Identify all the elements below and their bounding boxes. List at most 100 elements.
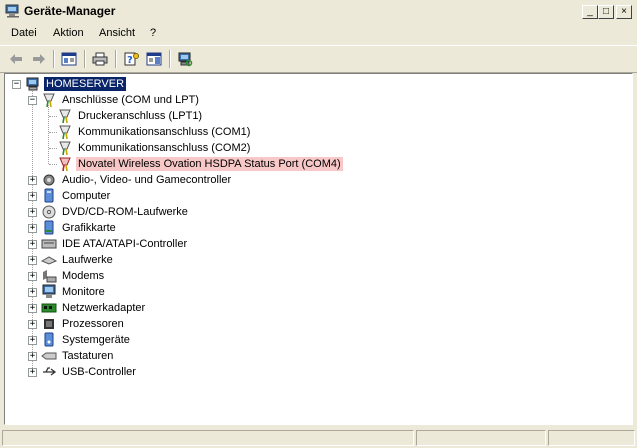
print-icon[interactable] (90, 50, 110, 68)
tree-item-label: DVD/CD-ROM-Laufwerke (62, 206, 188, 218)
expand-category-toggle[interactable]: + (28, 288, 37, 297)
tree-connector-line (49, 132, 57, 133)
tree-item-category[interactable]: DVD/CD-ROM-Laufwerke (41, 204, 190, 220)
scan-hardware-icon[interactable] (175, 50, 195, 68)
expand-category-toggle[interactable]: + (28, 208, 37, 217)
menu-aktion[interactable]: Aktion (53, 27, 84, 39)
tree-root-label: HOMESERVER (44, 77, 127, 91)
tree-connector-line (49, 148, 57, 149)
tree-item-category[interactable]: Systemgeräte (41, 332, 132, 348)
menu-ansicht[interactable]: Ansicht (99, 27, 135, 39)
tree-item-com2[interactable]: Kommunikationsanschluss (COM2) (57, 140, 252, 156)
maximize-button[interactable]: □ (598, 5, 614, 19)
computer-icon (44, 188, 54, 203)
tree-item-label: Monitore (62, 286, 105, 298)
expand-category-toggle[interactable]: + (28, 352, 37, 361)
collapse-root-toggle[interactable]: − (12, 80, 21, 89)
tree-root-homeserver[interactable]: HOMESERVER (25, 76, 127, 92)
tree-item-com4[interactable]: Novatel Wireless Ovation HSDPA Status Po… (57, 156, 343, 172)
tree-item-lpt1[interactable]: Druckeranschluss (LPT1) (57, 108, 204, 124)
window-title: Geräte-Manager (24, 4, 116, 18)
expand-category-toggle[interactable]: + (28, 240, 37, 249)
back-arrow-icon[interactable] (6, 50, 26, 68)
menu-bar: Datei Aktion Ansicht ? (0, 24, 637, 44)
tree-item-label: Audio-, Video- und Gamecontroller (62, 174, 232, 186)
close-button[interactable]: × (616, 5, 632, 19)
network-adapter-icon (41, 303, 57, 313)
disc-drive-icon (42, 205, 56, 219)
tree-item-category[interactable]: Netzwerkadapter (41, 300, 147, 316)
port-connector-icon (59, 125, 71, 140)
tree-item-category[interactable]: Computer (41, 188, 112, 204)
expand-category-toggle[interactable]: + (28, 192, 37, 201)
expand-category-toggle[interactable]: + (28, 368, 37, 377)
tree-item-label: Kommunikationsanschluss (COM2) (78, 142, 251, 154)
tree-item-label: Laufwerke (62, 254, 113, 266)
tree-item-anschluesse[interactable]: Anschlüsse (COM und LPT) (41, 92, 201, 108)
toolbar: ? (0, 45, 637, 73)
help-icon[interactable]: ? (121, 50, 141, 68)
tree-item-label: Prozessoren (62, 318, 124, 330)
collapse-ports-toggle[interactable]: − (28, 96, 37, 105)
tree-item-category[interactable]: IDE ATA/ATAPI-Controller (41, 236, 189, 252)
tree-item-category[interactable]: Modems (41, 268, 106, 284)
usb-icon (43, 367, 57, 376)
expand-category-toggle[interactable]: + (28, 256, 37, 265)
port-connector-icon (43, 93, 55, 108)
expand-category-toggle[interactable]: + (28, 320, 37, 329)
keyboard-icon (41, 352, 57, 360)
expand-category-toggle[interactable]: + (28, 272, 37, 281)
tree-item-category[interactable]: Audio-, Video- und Gamecontroller (41, 172, 233, 188)
ide-controller-icon (41, 239, 57, 249)
tree-item-label: Modems (62, 270, 105, 282)
status-pane-main (2, 430, 414, 446)
tree-connector-line (49, 116, 57, 117)
tree-item-category[interactable]: Prozessoren (41, 316, 126, 332)
menu-help[interactable]: ? (150, 27, 156, 39)
tree-item-label: Novatel Wireless Ovation HSDPA Status Po… (76, 157, 343, 171)
forward-arrow-icon[interactable] (29, 50, 49, 68)
computer-icon (26, 77, 39, 91)
view-icon[interactable] (144, 50, 164, 68)
status-pane-resize[interactable] (548, 430, 635, 446)
device-tree[interactable]: − HOMESERVER − Anschlüsse (COM und LPT) … (4, 73, 633, 425)
tree-item-com1[interactable]: Kommunikationsanschluss (COM1) (57, 124, 252, 140)
device-manager-icon (5, 4, 19, 18)
tree-item-label: Netzwerkadapter (62, 302, 146, 314)
modem-icon (43, 270, 57, 283)
minimize-button[interactable]: _ (582, 5, 598, 19)
display-adapter-icon (44, 220, 54, 235)
tree-item-label: Anschlüsse (COM und LPT) (62, 94, 199, 106)
tree-item-category[interactable]: Grafikkarte (41, 220, 118, 236)
tree-connector-line (49, 164, 57, 165)
system-device-icon (44, 332, 54, 347)
tree-item-category[interactable]: USB-Controller (41, 364, 138, 380)
expand-category-toggle[interactable]: + (28, 304, 37, 313)
tree-item-label: Systemgeräte (62, 334, 130, 346)
expand-category-toggle[interactable]: + (28, 336, 37, 345)
speaker-icon (43, 174, 55, 186)
disk-drive-icon (41, 256, 57, 265)
expand-category-toggle[interactable]: + (28, 176, 37, 185)
processor-icon (44, 319, 54, 329)
title-bar[interactable]: Geräte-Manager _ □ × (0, 0, 637, 23)
port-connector-warning-icon (59, 157, 71, 172)
tree-item-category[interactable]: Tastaturen (41, 348, 115, 364)
expand-category-toggle[interactable]: + (28, 224, 37, 233)
toolbar-separator (84, 50, 86, 68)
status-bar (0, 428, 637, 448)
tree-item-label: Druckeranschluss (LPT1) (78, 110, 203, 122)
properties-view-icon[interactable] (59, 50, 79, 68)
tree-item-label: USB-Controller (62, 366, 136, 378)
tree-item-label: IDE ATA/ATAPI-Controller (62, 238, 188, 250)
tree-item-label: Computer (62, 190, 111, 202)
tree-item-label: Grafikkarte (62, 222, 116, 234)
device-manager-window: Geräte-Manager _ □ × Datei Aktion Ansich… (0, 0, 637, 448)
menu-datei[interactable]: Datei (11, 27, 37, 39)
tree-item-category[interactable]: Monitore (41, 284, 107, 300)
port-connector-icon (59, 141, 71, 156)
status-pane-secondary (416, 430, 546, 446)
tree-item-label: Tastaturen (62, 350, 114, 362)
tree-item-category[interactable]: Laufwerke (41, 252, 115, 268)
tree-item-label: Kommunikationsanschluss (COM1) (78, 126, 251, 138)
